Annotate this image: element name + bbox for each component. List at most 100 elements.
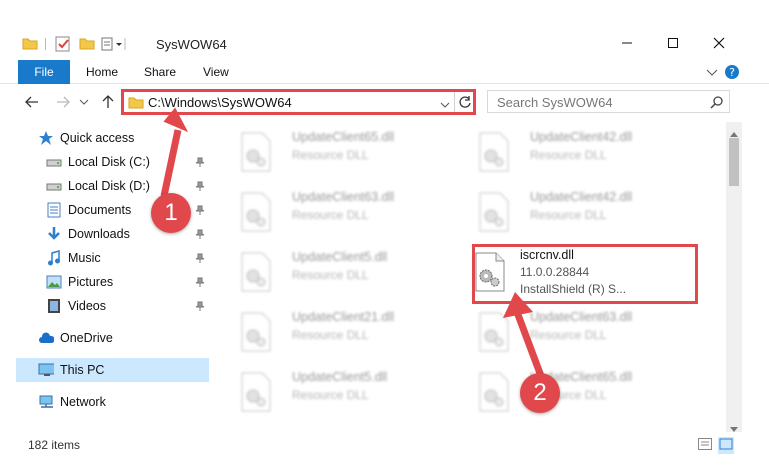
nav-videos[interactable]: Videos <box>16 294 209 318</box>
properties-icon[interactable] <box>55 36 71 55</box>
up-button[interactable] <box>98 92 118 112</box>
nav-onedrive[interactable]: OneDrive <box>16 326 209 350</box>
nav-label: This PC <box>60 363 105 377</box>
file-name: UpdateClient5.dll <box>292 250 388 264</box>
cloud-icon <box>38 330 54 346</box>
drive-icon <box>46 154 62 170</box>
step-1-badge: 1 <box>151 193 191 233</box>
maximize-icon <box>668 38 678 48</box>
file-type: Resource DLL <box>292 268 369 282</box>
file-item[interactable]: UpdateClient63.dll Resource DLL <box>458 304 678 358</box>
details-view-icon[interactable] <box>698 438 712 453</box>
status-bar: 182 items <box>16 432 742 456</box>
videos-icon <box>46 298 62 314</box>
pin-icon[interactable] <box>195 276 205 290</box>
computer-icon <box>38 362 54 378</box>
file-name: UpdateClient42.dll <box>530 130 633 144</box>
downloads-icon <box>46 226 62 242</box>
new-folder-icon[interactable] <box>79 36 95 53</box>
music-icon <box>46 250 62 266</box>
nav-pictures[interactable]: Pictures <box>16 270 209 294</box>
maximize-button[interactable] <box>650 30 696 56</box>
minimize-icon <box>622 42 632 44</box>
folder-icon <box>22 36 38 53</box>
nav-network[interactable]: Network <box>16 390 209 414</box>
pin-icon[interactable] <box>195 228 205 242</box>
tab-share[interactable]: Share <box>144 60 176 84</box>
file-item[interactable]: UpdateClient5.dll Resource DLL <box>220 244 440 298</box>
tab-view[interactable]: View <box>203 60 229 84</box>
arrow-annotation-2 <box>503 292 545 378</box>
tab-file[interactable]: File <box>18 60 70 84</box>
nav-label: Music <box>68 251 101 265</box>
svg-text:?: ? <box>729 66 735 79</box>
file-item[interactable]: UpdateClient42.dll Resource DLL <box>458 184 678 238</box>
file-name: UpdateClient21.dll <box>292 310 395 324</box>
pictures-icon <box>46 274 62 290</box>
arrow-up-icon <box>102 95 114 108</box>
nav-this-pc[interactable]: This PC <box>16 358 209 382</box>
minimize-button[interactable] <box>604 30 650 56</box>
vertical-scrollbar[interactable] <box>726 122 742 432</box>
file-type: Resource DLL <box>292 388 369 402</box>
title-bar: SysWOW64 <box>0 24 769 60</box>
nav-label: Network <box>60 395 106 409</box>
network-icon <box>38 394 54 410</box>
nav-label: Videos <box>68 299 106 313</box>
file-item[interactable]: UpdateClient21.dll Resource DLL <box>220 304 440 358</box>
close-icon <box>713 37 725 49</box>
address-divider <box>454 92 455 112</box>
file-item[interactable]: UpdateClient65.dll Resource DLL <box>220 124 440 178</box>
file-type: Resource DLL <box>292 208 369 222</box>
nav-label: Local Disk (D:) <box>68 179 150 193</box>
chevron-down-icon <box>79 99 89 105</box>
close-button[interactable] <box>696 30 742 56</box>
nav-label: Quick access <box>60 131 135 145</box>
file-item[interactable]: UpdateClient5.dll Resource DLL <box>220 364 440 418</box>
tab-home[interactable]: Home <box>86 60 118 84</box>
chevron-down-icon[interactable] <box>706 67 718 81</box>
dll-file-icon <box>479 132 509 172</box>
file-item[interactable]: UpdateClient63.dll Resource DLL <box>220 184 440 238</box>
pin-icon[interactable] <box>195 252 205 266</box>
large-icons-view-icon[interactable] <box>718 437 734 454</box>
help-icon[interactable]: ? <box>724 64 740 83</box>
refresh-icon[interactable] <box>458 95 472 112</box>
recent-locations-button[interactable] <box>78 92 90 112</box>
pin-icon[interactable] <box>195 300 205 314</box>
file-name: UpdateClient42.dll <box>530 190 633 204</box>
chevron-down-icon[interactable] <box>440 98 450 112</box>
qat-separator <box>45 38 46 50</box>
dll-file-icon <box>241 192 271 232</box>
documents-icon <box>46 202 62 218</box>
nav-label: Downloads <box>68 227 130 241</box>
file-type: Resource DLL <box>530 148 607 162</box>
file-name: UpdateClient5.dll <box>292 370 388 384</box>
nav-label: Local Disk (C:) <box>68 155 150 169</box>
file-type: Resource DLL <box>292 148 369 162</box>
file-item[interactable]: UpdateClient42.dll Resource DLL <box>458 124 678 178</box>
dll-file-icon <box>479 192 509 232</box>
item-count: 182 items <box>28 438 81 452</box>
dll-file-icon <box>241 132 271 172</box>
back-button[interactable] <box>22 92 42 112</box>
file-item[interactable]: UpdateClient65.dll Resource DLL <box>458 364 678 418</box>
dll-file-icon <box>241 372 271 412</box>
dll-file-icon <box>241 252 271 292</box>
nav-music[interactable]: Music <box>16 246 209 270</box>
ribbon-tabs: File Home Share View ? <box>0 60 769 84</box>
nav-label: Documents <box>68 203 132 217</box>
address-row: C:\Windows\SysWOW64 Search SysWOW64 <box>0 84 769 120</box>
nav-label: OneDrive <box>60 331 113 345</box>
arrow-right-icon <box>57 96 70 108</box>
search-input[interactable]: Search SysWOW64 <box>487 90 730 113</box>
search-icon <box>710 95 724 112</box>
drive-icon <box>46 178 62 194</box>
window-title: SysWOW64 <box>156 37 227 52</box>
forward-button[interactable] <box>53 92 73 112</box>
step-2-badge: 2 <box>520 373 560 413</box>
scroll-thumb[interactable] <box>729 138 739 186</box>
search-placeholder: Search SysWOW64 <box>497 95 613 110</box>
arrow-left-icon <box>25 96 38 108</box>
customize-qat-icon[interactable] <box>101 36 127 55</box>
